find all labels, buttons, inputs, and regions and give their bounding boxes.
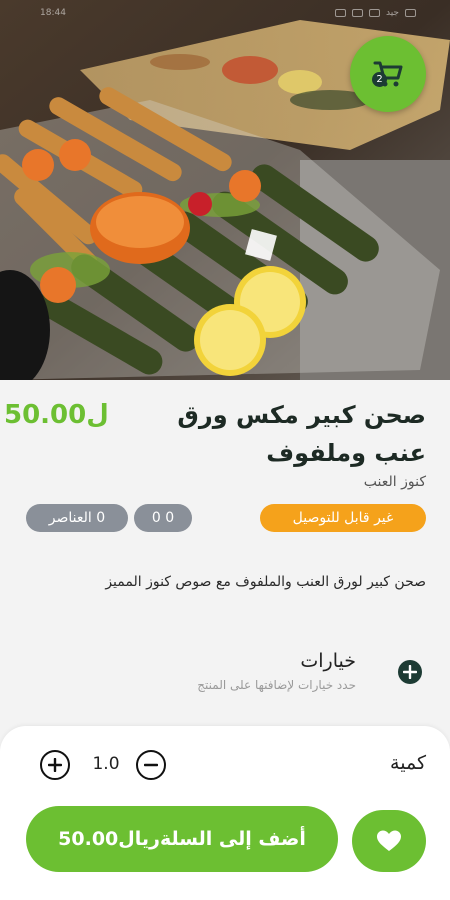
add-to-cart-price: ريال50.00 xyxy=(58,828,160,850)
product-title: صحن كبير مكس ورق عنب وملفوف xyxy=(177,401,426,467)
add-option-button[interactable] xyxy=(398,660,422,684)
battery-icon xyxy=(405,9,416,17)
product-price: 50.00ل xyxy=(4,400,109,430)
product-details: صحن كبير مكس ورق عنب وملفوف 50.00ل كنوز … xyxy=(0,380,450,730)
heart-icon xyxy=(377,830,401,851)
product-description: صحن كبير لورق العنب والملفوف مع صوص كنوز… xyxy=(105,574,426,590)
bottom-panel: كمية 1.0 أضف إلى السلة ريال50.00 xyxy=(0,726,450,900)
quantity-value: 1.0 xyxy=(92,754,120,774)
add-to-cart-label: أضف إلى السلة xyxy=(159,828,306,850)
youtube-icon xyxy=(334,9,346,17)
quantity-label: كمية xyxy=(390,752,426,774)
product-image: 18:44 جيد 2 xyxy=(0,0,450,380)
increase-quantity-button[interactable] xyxy=(40,750,70,780)
title-row: صحن كبير مكس ورق عنب وملفوف 50.00ل xyxy=(0,394,450,474)
decrease-quantity-button[interactable] xyxy=(136,750,166,780)
whatsapp-icon xyxy=(368,9,380,17)
status-bar: جيد xyxy=(334,8,416,18)
delivery-status-chip: غير قابل للتوصيل xyxy=(260,504,426,532)
app-icon xyxy=(351,9,363,17)
quantity-stepper: 1.0 xyxy=(40,750,170,782)
options-title: خيارات xyxy=(300,650,356,672)
options-section[interactable]: خيارات حدد خيارات لإضافتها على المنتج xyxy=(0,650,450,710)
minus-icon xyxy=(144,763,158,767)
product-chips: 0 العناصر 0 0 غير قابل للتوصيل xyxy=(0,504,450,534)
cart-count-badge: 2 xyxy=(372,72,387,87)
status-operator: جيد xyxy=(385,8,399,18)
vendor-name[interactable]: كنوز العنب xyxy=(364,474,426,490)
status-time: 18:44 xyxy=(40,8,66,18)
plus-icon xyxy=(403,665,417,679)
add-to-cart-button[interactable]: أضف إلى السلة ريال50.00 xyxy=(26,806,338,872)
options-subtitle: حدد خيارات لإضافتها على المنتج xyxy=(197,678,356,692)
plus-icon xyxy=(48,758,62,772)
items-chip: 0 العناصر xyxy=(26,504,128,532)
favorite-button[interactable] xyxy=(352,810,426,872)
rating-chip: 0 0 xyxy=(134,504,192,532)
cart-button[interactable]: 2 xyxy=(350,36,426,112)
